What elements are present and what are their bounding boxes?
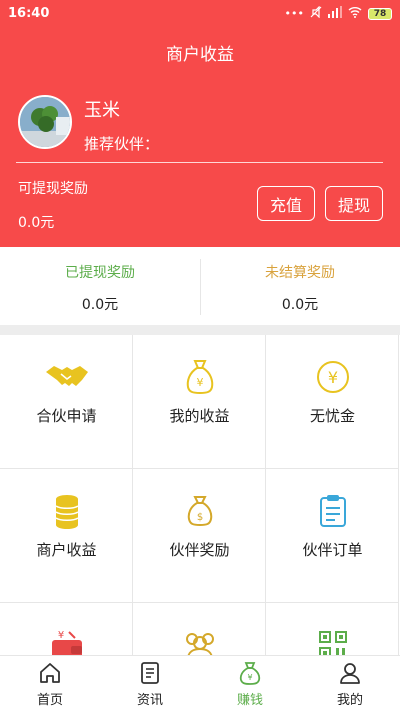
grid-label: 伙伴奖励	[169, 541, 230, 559]
team-icon	[133, 625, 266, 655]
dots-icon: •••	[284, 7, 304, 20]
money-bag-icon: ¥	[200, 660, 300, 686]
tab-news[interactable]: 资讯	[100, 656, 200, 711]
withdrawn-label: 已提现奖励	[65, 265, 135, 281]
grid-item-merchant-earnings[interactable]: 商户收益	[0, 469, 133, 603]
clipboard-icon	[266, 491, 399, 531]
unsettled-value: 0.0元	[281, 297, 319, 313]
svg-text:¥: ¥	[196, 376, 203, 389]
withdrawn-value: 0.0元	[81, 297, 119, 313]
news-icon	[100, 660, 200, 686]
status-icons: ••• 78	[284, 5, 392, 21]
yen-coin-icon: ¥	[266, 357, 399, 397]
reward-summary: 已提现奖励 0.0元 未结算奖励 0.0元	[0, 247, 400, 325]
money-bag-icon: ¥	[133, 357, 266, 397]
tab-label: 首页	[36, 693, 63, 708]
withdrawable-amount: 0.0元	[18, 215, 55, 231]
tab-label: 赚钱	[236, 693, 263, 708]
tab-home[interactable]: 首页	[0, 656, 100, 711]
qrcode-icon	[266, 625, 399, 655]
grid-item-partner-orders[interactable]: 伙伴订单	[266, 469, 399, 603]
bottom-tab-bar: 首页 资讯 ¥ 赚钱 我的	[0, 655, 400, 711]
mute-icon	[310, 5, 322, 21]
grid-item-worry-free-fund[interactable]: ¥ 无忧金	[266, 335, 399, 469]
coin-stack-icon	[0, 491, 133, 531]
tab-label: 我的	[336, 693, 363, 708]
unsettled-label: 未结算奖励	[265, 265, 335, 281]
status-time: 16:40	[8, 6, 50, 21]
withdraw-button[interactable]: 提现	[325, 186, 383, 221]
grid-item-team[interactable]	[133, 603, 266, 655]
dollar-bag-icon: $	[133, 491, 266, 531]
signal-icon	[328, 6, 342, 21]
referrer-label: 推荐伙伴：	[84, 135, 160, 153]
withdrawable-label: 可提现奖励	[18, 181, 88, 197]
page-title: 商户收益	[166, 45, 234, 65]
withdrawn-reward[interactable]: 已提现奖励 0.0元	[0, 247, 200, 325]
user-icon	[300, 660, 400, 686]
grid-label: 伙伴订单	[302, 541, 363, 559]
grid-label: 合伙申请	[36, 407, 97, 425]
svg-text:¥: ¥	[327, 368, 337, 387]
tab-mine[interactable]: 我的	[300, 656, 400, 711]
battery-icon: 78	[368, 7, 392, 20]
svg-text:¥: ¥	[247, 673, 252, 682]
avatar[interactable]	[18, 95, 72, 149]
user-name: 玉米	[84, 100, 120, 121]
section-gap	[0, 325, 400, 335]
grid-label: 我的收益	[169, 407, 230, 425]
grid-item-partner-rewards[interactable]: $ 伙伴奖励	[133, 469, 266, 603]
grid-item-partner-apply[interactable]: 合伙申请	[0, 335, 133, 469]
header: 16:40 ••• 78 商户收益 玉米 推荐伙伴： 可提现奖励 0.0元 充值…	[0, 0, 400, 247]
svg-text:¥: ¥	[57, 630, 63, 641]
tab-earn[interactable]: ¥ 赚钱	[200, 656, 300, 711]
grid-label: 无忧金	[309, 407, 355, 425]
svg-text:$: $	[196, 512, 202, 523]
home-icon	[0, 660, 100, 686]
feature-grid: 合伙申请 ¥ 我的收益 ¥ 无忧金 商户收益 $ 伙伴奖励 伙伴订单 ¥	[0, 335, 400, 655]
divider	[16, 162, 383, 163]
handshake-icon	[0, 357, 133, 397]
wallet-icon: ¥	[0, 625, 133, 655]
grid-item-wallet[interactable]: ¥	[0, 603, 133, 655]
grid-label: 商户收益	[36, 541, 97, 559]
grid-item-qrcode[interactable]	[266, 603, 399, 655]
wifi-icon	[348, 6, 362, 21]
status-bar: 16:40 ••• 78	[0, 0, 400, 28]
unsettled-reward[interactable]: 未结算奖励 0.0元	[200, 247, 400, 325]
tab-label: 资讯	[136, 693, 163, 708]
grid-item-my-earnings[interactable]: ¥ 我的收益	[133, 335, 266, 469]
recharge-button[interactable]: 充值	[257, 186, 315, 221]
